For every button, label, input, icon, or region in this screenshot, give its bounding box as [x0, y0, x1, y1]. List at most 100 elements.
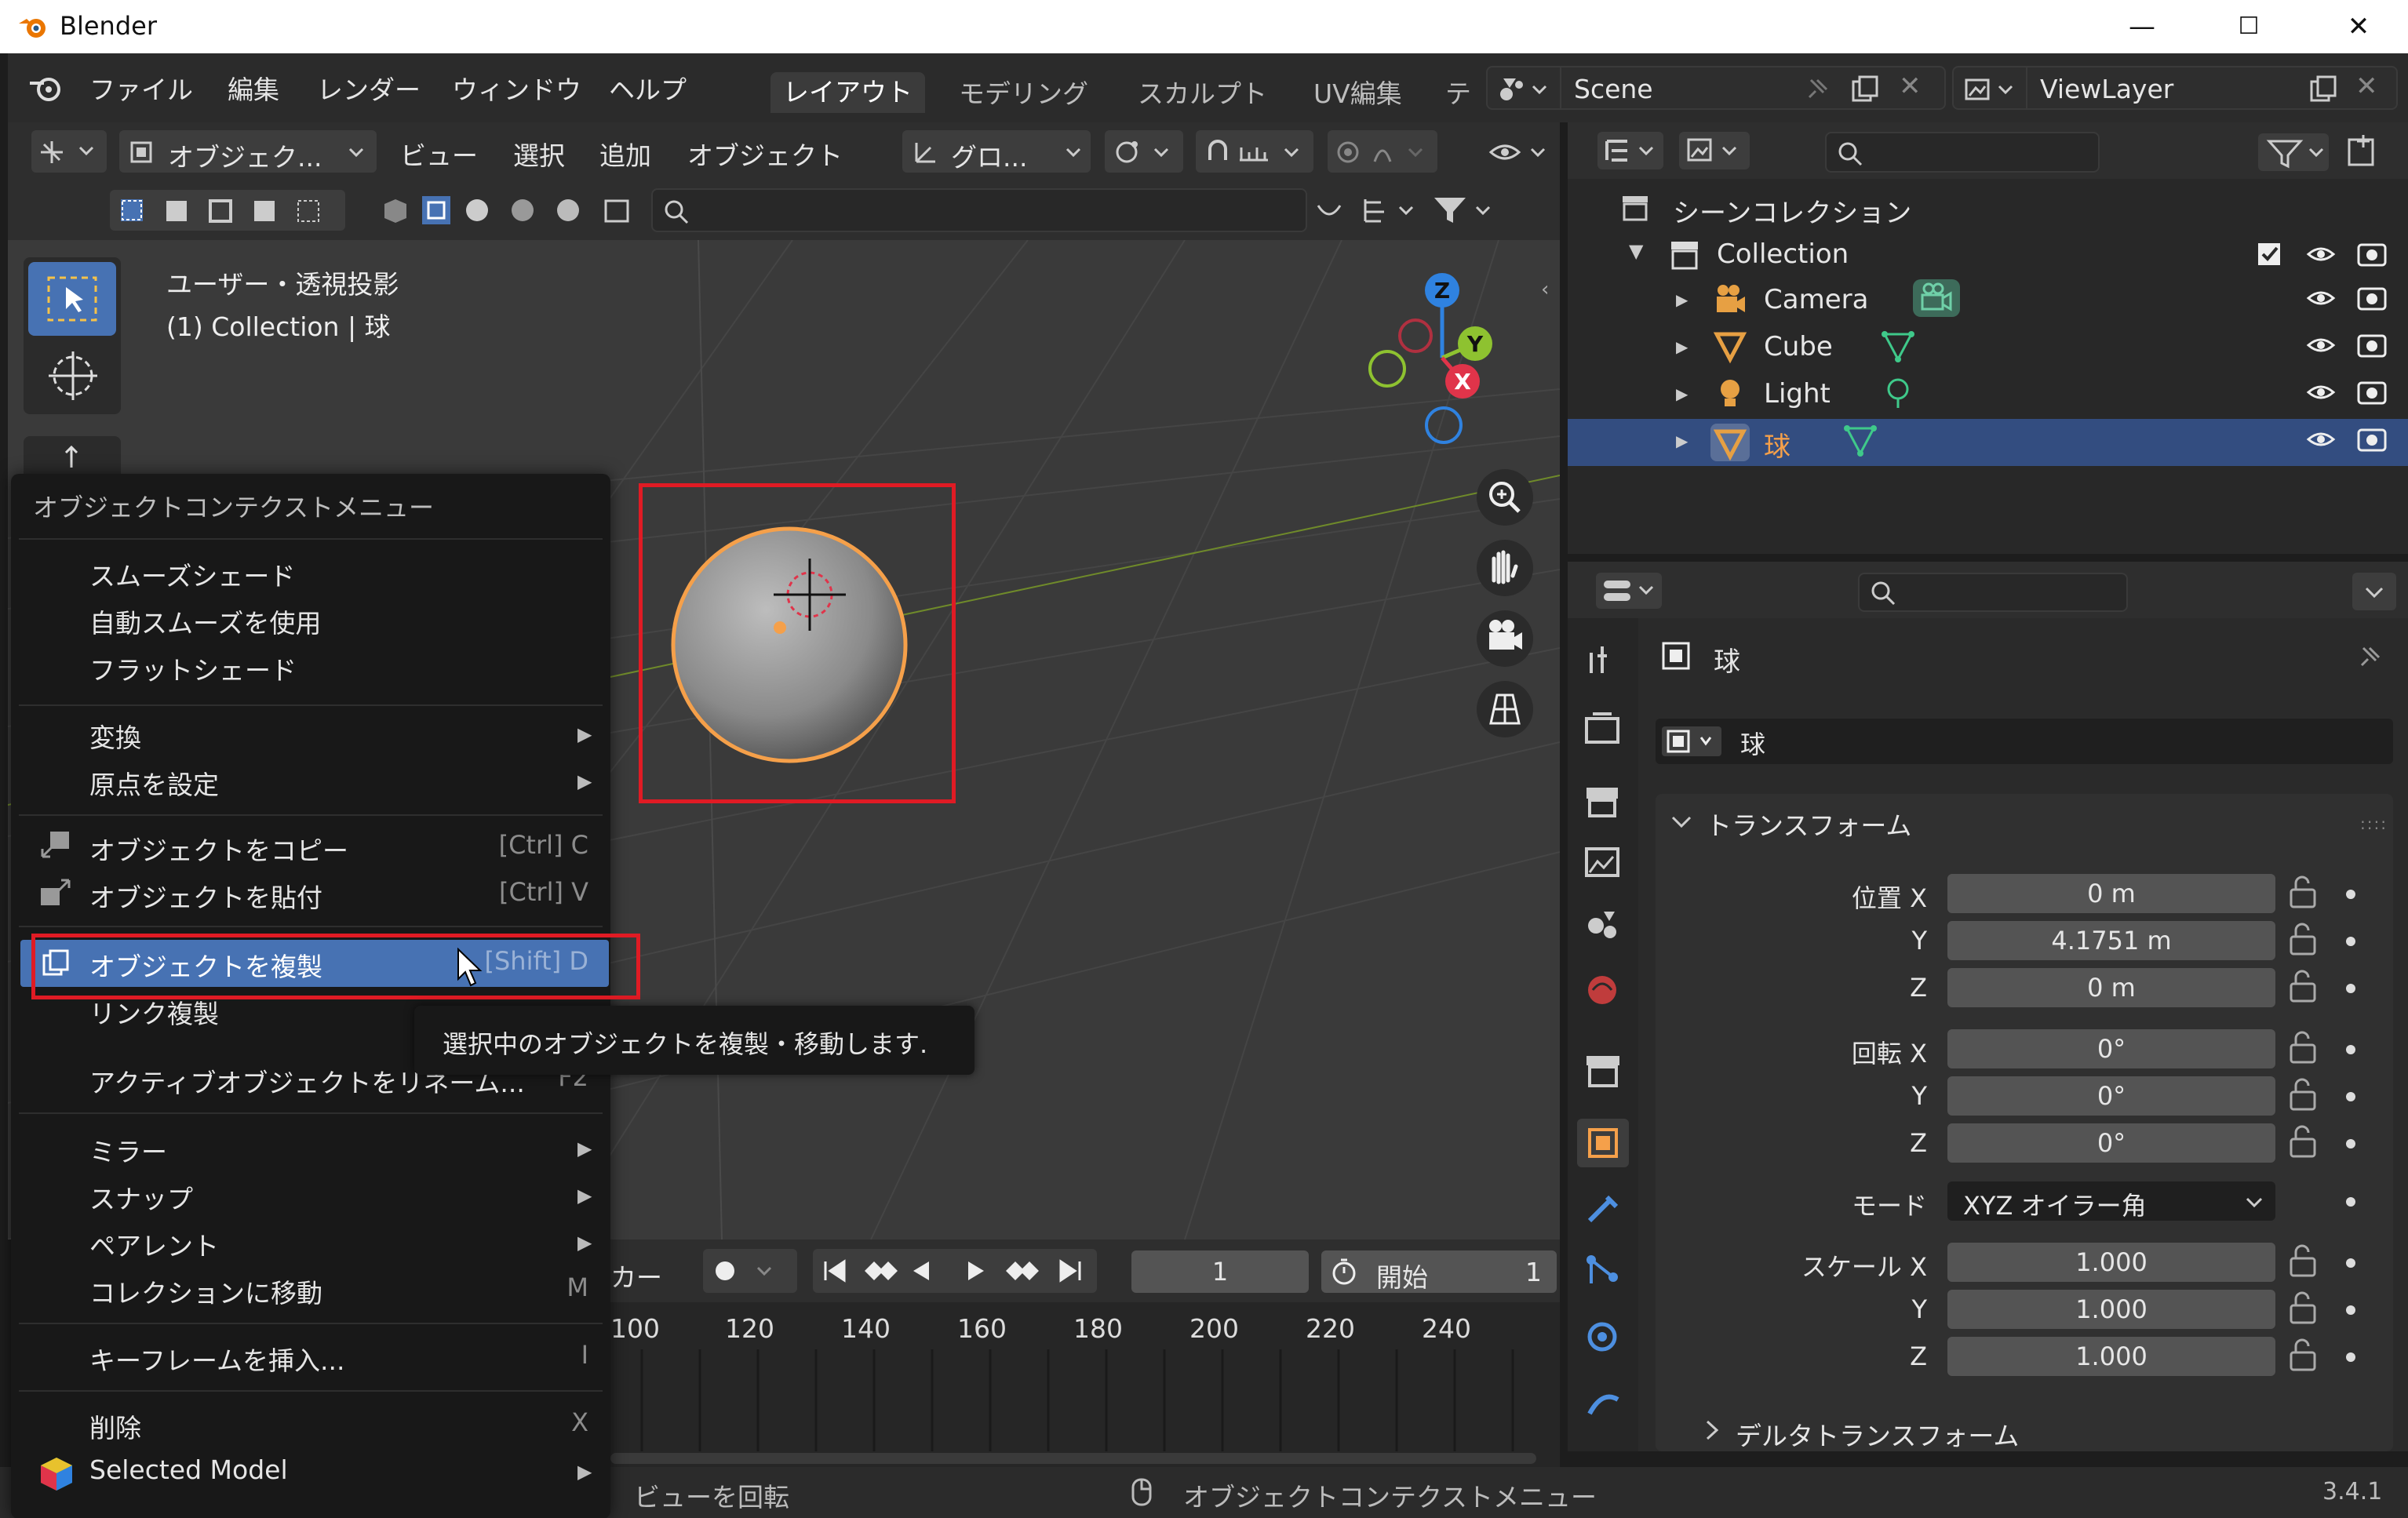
timeline-keying-label[interactable]: カー — [610, 1257, 662, 1294]
chevron-right-icon[interactable] — [1703, 1418, 1721, 1442]
scale-x-field[interactable]: 1.000 — [1947, 1243, 2275, 1282]
mesh-data-icon[interactable] — [1842, 422, 1878, 458]
light-data-icon[interactable] — [1880, 375, 1916, 411]
scale-z-field[interactable]: 1.000 — [1947, 1337, 2275, 1376]
cursor-tool[interactable] — [28, 340, 116, 411]
remove-scene-icon[interactable]: ✕ — [1899, 71, 1922, 102]
sidebar-toggle-icon[interactable]: ‹ — [1541, 278, 1549, 301]
viewport-search-input[interactable] — [651, 188, 1307, 232]
menu-item-parent[interactable]: ペアレント — [89, 1225, 219, 1263]
timeline-area[interactable]: 100 120 140 160 180 200 220 240 — [610, 1302, 1560, 1467]
menu-add[interactable]: 追加 — [599, 135, 651, 173]
menu-item-move-to-collection[interactable]: コレクションに移動 — [89, 1272, 322, 1310]
pin-icon[interactable] — [2354, 642, 2385, 673]
properties-type-icon[interactable] — [1596, 573, 1662, 609]
rotation-x-field[interactable]: 0° — [1947, 1029, 2275, 1068]
menu-item-auto-smooth[interactable]: 自動スムーズを使用 — [89, 602, 321, 640]
remove-viewlayer-icon[interactable]: ✕ — [2355, 71, 2378, 102]
menu-item-copy-objects[interactable]: オブジェクトをコピー — [89, 830, 348, 868]
collection-label[interactable]: Collection — [1717, 238, 1849, 270]
scene-name[interactable]: Scene — [1574, 74, 1653, 104]
collapse-arrow-icon[interactable]: ▼ — [1629, 240, 1643, 262]
tab-sculpt[interactable]: スカルプト — [1125, 74, 1280, 115]
menu-item-convert[interactable]: 変換 — [89, 717, 141, 755]
outliner-filter-icons[interactable] — [2258, 132, 2396, 173]
location-y-field[interactable]: 4.1751 m — [1947, 921, 2275, 960]
chevron-down-icon[interactable] — [1670, 810, 1693, 833]
tab-texture-paint[interactable]: テ — [1433, 74, 1484, 115]
viewlayer-selector[interactable]: ViewLayer ✕ — [1952, 66, 2398, 110]
proportional-editing[interactable] — [1328, 130, 1437, 173]
outliner-selected-row[interactable] — [1568, 419, 2408, 466]
menu-item-flat-shade[interactable]: フラットシェード — [89, 650, 297, 687]
menu-item-selected-model[interactable]: Selected Model — [89, 1454, 288, 1485]
tab-uv-editing[interactable]: UV編集 — [1301, 74, 1415, 115]
properties-search-input[interactable] — [1858, 573, 2128, 612]
scene-selector[interactable]: Scene ✕ — [1486, 66, 1946, 110]
menu-file[interactable]: ファイル — [89, 69, 193, 107]
location-x-field[interactable]: 0 m — [1947, 874, 2275, 913]
menu-item-paste-objects[interactable]: オブジェクトを貼付 — [89, 877, 322, 915]
expand-arrow-icon[interactable]: ▶ — [1676, 290, 1688, 309]
menu-item-snap[interactable]: スナップ — [89, 1178, 193, 1216]
location-z-field[interactable]: 0 m — [1947, 968, 2275, 1007]
transform-orientation-selector[interactable]: グロ... — [902, 130, 1091, 173]
new-viewlayer-icon[interactable] — [2305, 72, 2340, 107]
select-box-tool[interactable] — [28, 262, 116, 336]
expand-arrow-icon[interactable]: ▶ — [1676, 337, 1688, 356]
camera-visibility-toggles[interactable] — [2301, 282, 2395, 314]
pivot-point-selector[interactable] — [1105, 130, 1183, 173]
properties-options-button[interactable] — [2352, 573, 2396, 610]
menu-window[interactable]: ウィンドウ — [452, 69, 581, 107]
menu-edit[interactable]: 編集 — [228, 69, 279, 107]
rotation-z-field[interactable]: 0° — [1947, 1123, 2275, 1163]
outliner-item-cube[interactable]: Cube — [1764, 331, 1833, 362]
visibility-selector[interactable] — [1483, 130, 1558, 173]
new-scene-icon[interactable] — [1847, 72, 1882, 107]
outliner-item-light[interactable]: Light — [1764, 378, 1831, 410]
scene-collection-label[interactable]: シーンコレクション — [1673, 191, 1911, 230]
outliner-item-camera[interactable]: Camera — [1764, 284, 1868, 315]
outliner-search-input[interactable] — [1825, 132, 2100, 173]
delta-transform-panel-title[interactable]: デルタトランスフォーム — [1736, 1415, 2019, 1453]
object-name-field[interactable]: 球 — [1656, 719, 2393, 764]
cube-visibility-toggles[interactable] — [2301, 329, 2395, 361]
overlay-filter-icons[interactable] — [1310, 191, 1554, 229]
expand-arrow-icon[interactable]: ▶ — [1676, 384, 1688, 403]
collection-toggles[interactable] — [2253, 237, 2395, 271]
selection-mode-group[interactable] — [110, 190, 345, 231]
lock-keyframe-icons[interactable] — [2286, 874, 2388, 1384]
transform-panel-title[interactable]: トランスフォーム — [1706, 805, 1911, 843]
menu-select[interactable]: 選択 — [513, 135, 565, 173]
viewport-nav-buttons[interactable] — [1474, 466, 1536, 795]
menu-item-smooth-shade[interactable]: スムーズシェード — [89, 555, 295, 593]
drag-handle-icon[interactable]: :::: — [2360, 814, 2388, 833]
menu-item-delete[interactable]: 削除 — [89, 1407, 141, 1445]
menu-render[interactable]: レンダー — [317, 69, 421, 107]
expand-arrow-icon[interactable]: ▶ — [1676, 431, 1688, 450]
sphere-visibility-toggles[interactable] — [2301, 424, 2395, 455]
camera-data-icon[interactable] — [1911, 278, 1962, 319]
outliner-item-sphere[interactable]: 球 — [1764, 425, 1791, 464]
rotation-mode-dropdown[interactable]: XYZ オイラー角 — [1947, 1181, 2275, 1221]
menu-item-insert-keyframe[interactable]: キーフレームを挿入... — [89, 1340, 345, 1378]
mode-selector[interactable]: オブジェク... — [119, 130, 377, 173]
snapping-group[interactable] — [1196, 130, 1313, 173]
menu-object[interactable]: オブジェクト — [687, 135, 843, 173]
auto-keying-toggle[interactable] — [703, 1249, 797, 1293]
maximize-button[interactable]: ☐ — [2217, 5, 2280, 49]
properties-tab-icons[interactable] — [1576, 640, 1630, 1456]
playback-controls[interactable] — [813, 1249, 1097, 1293]
menu-item-set-origin[interactable]: 原点を設定 — [89, 764, 219, 802]
shading-group[interactable] — [377, 190, 643, 231]
menu-item-mirror[interactable]: ミラー — [89, 1131, 167, 1169]
close-button[interactable]: ✕ — [2327, 5, 2390, 49]
light-visibility-toggles[interactable] — [2301, 377, 2395, 408]
rotation-y-field[interactable]: 0° — [1947, 1076, 2275, 1116]
pin-icon[interactable] — [1801, 74, 1833, 105]
tab-layout[interactable]: レイアウト — [770, 72, 925, 113]
scale-y-field[interactable]: 1.000 — [1947, 1290, 2275, 1329]
current-frame-field[interactable]: 1 — [1131, 1250, 1309, 1293]
viewlayer-name[interactable]: ViewLayer — [2040, 74, 2173, 104]
outliner-type-icons[interactable] — [1597, 130, 1750, 171]
